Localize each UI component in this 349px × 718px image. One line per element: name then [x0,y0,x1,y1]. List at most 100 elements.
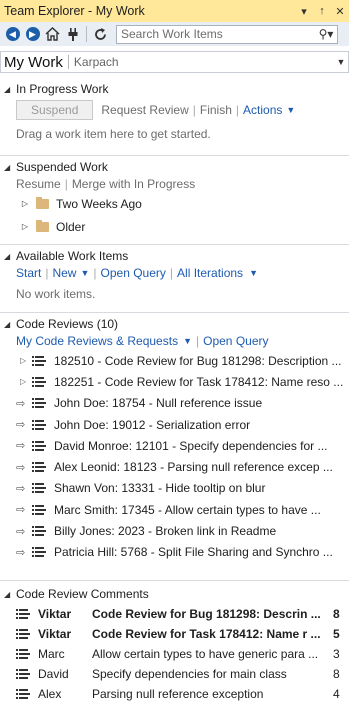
available-section: ◢ Available Work Items Start | New ▼ | Op… [0,248,349,307]
request-review-link[interactable]: Request Review [101,103,188,117]
code-review-title: 182510 - Code Review for Bug 181298: Des… [54,353,342,368]
expand-icon[interactable]: ▷ [18,222,32,231]
search-icon[interactable]: ⚲▾ [315,27,337,41]
collapse-icon[interactable]: ◢ [4,320,16,329]
code-review-item[interactable]: ⇨ John Doe: 19012 - Serialization error [0,414,349,435]
collapse-icon[interactable]: ◢ [4,85,16,94]
expand-icon[interactable]: ▷ [16,356,32,365]
start-link[interactable]: Start [16,266,41,280]
comment-title: Allow certain types to have generic para… [92,647,319,661]
page-navigation[interactable]: My Work Karpach ▼ [0,51,349,73]
comment-author: Marc [38,647,65,661]
collapse-icon[interactable]: ◢ [4,590,16,599]
in-progress-hint: Drag a work item here to get started. [16,127,211,141]
arrow-right-icon: ⇨ [16,461,26,474]
folder-item[interactable]: ▷ Two Weeks Ago [0,192,349,215]
arrow-right-icon: ⇨ [16,504,26,517]
collapse-icon[interactable]: ◢ [4,252,16,261]
merge-link[interactable]: Merge with In Progress [72,177,195,191]
comment-count: 3 [333,647,340,661]
arrow-right-icon: ⇨ [16,525,26,538]
comment-item[interactable]: Alex Parsing null reference exception 4 [0,684,349,704]
new-link[interactable]: New [52,266,76,280]
search-input[interactable]: Search Work Items ⚲▾ [116,24,338,44]
code-review-icon [16,628,30,640]
suspend-button[interactable]: Suspend [16,100,94,120]
code-reviews-section: ◢ Code Reviews (10) My Code Reviews & Req… [0,316,349,563]
comment-count: 4 [333,687,340,701]
code-review-item[interactable]: ⇨ John Doe: 18754 - Null reference issue [0,393,349,414]
home-icon[interactable] [44,26,61,43]
open-query-link[interactable]: Open Query [101,266,166,280]
expand-icon[interactable]: ▷ [16,377,32,386]
code-reviews-header[interactable]: ◢ Code Reviews (10) [0,316,349,332]
code-review-item[interactable]: ▷ 182251 - Code Review for Task 178412: N… [0,371,349,392]
close-icon[interactable]: ✕ [331,5,349,18]
connect-icon[interactable] [64,26,81,43]
code-review-item[interactable]: ⇨ Billy Jones: 2023 - Broken link in Read… [0,520,349,541]
code-review-title: John Doe: 19012 - Serialization error [54,417,251,432]
folder-item[interactable]: ▷ Older [0,215,349,238]
code-review-icon [32,376,46,388]
code-review-title: Alex Leonid: 18123 - Parsing null refere… [54,460,333,475]
in-progress-header[interactable]: ◢ In Progress Work [0,81,349,97]
code-review-item[interactable]: ⇨ Marc Smith: 17345 - Allow certain types… [0,499,349,520]
expand-icon[interactable]: ▷ [18,199,32,208]
comment-item[interactable]: Marc Allow certain types to have generic … [0,644,349,664]
dropdown-icon[interactable]: ▾ [295,5,313,18]
finish-link[interactable]: Finish [200,103,232,117]
comment-item[interactable]: David Specify dependencies for main class… [0,664,349,684]
window-title: Team Explorer - My Work [4,4,145,18]
code-review-icon [16,668,30,680]
code-review-item[interactable]: ⇨ David Monroe: 12101 - Specify dependenc… [0,435,349,456]
comment-author: Viktar [38,607,72,621]
in-progress-section: ◢ In Progress Work Suspend Request Review… [0,81,349,145]
folder-icon [36,196,49,209]
comment-item[interactable]: Viktar Code Review for Bug 181298: Descri… [0,604,349,624]
refresh-icon[interactable] [92,26,109,43]
code-review-item[interactable]: ⇨ Patricia Hill: 5768 - Split File Sharin… [0,542,349,563]
open-query-link[interactable]: Open Query [203,334,268,348]
code-review-icon [32,397,46,409]
comment-count: 5 [333,627,340,641]
code-review-item[interactable]: ⇨ Shawn Von: 13331 - Hide tooltip on blur [0,478,349,499]
chevron-down-icon[interactable]: ▼ [334,57,348,67]
comment-list: Viktar Code Review for Bug 181298: Descri… [0,604,349,704]
suspended-header[interactable]: ◢ Suspended Work [0,159,349,175]
chevron-down-icon[interactable]: ▼ [183,336,192,346]
all-iterations-link[interactable]: All Iterations [177,266,243,280]
arrow-right-icon: ⇨ [16,419,26,432]
arrow-right-icon: ⇨ [16,546,26,559]
chevron-down-icon[interactable]: ▼ [80,268,89,278]
code-review-icon [32,355,46,367]
actions-link[interactable]: Actions [243,103,282,117]
pin-icon[interactable]: ↑ [313,5,331,17]
code-review-icon [32,482,46,494]
my-requests-link[interactable]: My Code Reviews & Requests [16,334,178,348]
code-review-item[interactable]: ▷ 182510 - Code Review for Bug 181298: De… [0,350,349,371]
code-review-title: John Doe: 18754 - Null reference issue [54,396,263,411]
resume-link[interactable]: Resume [16,177,61,191]
chevron-down-icon[interactable]: ▼ [249,268,258,278]
suspended-section: ◢ Suspended Work Resume | Merge with In P… [0,159,349,238]
comment-item[interactable]: Viktar Code Review for Task 178412: Name … [0,624,349,644]
code-review-icon [16,648,30,660]
collapse-icon[interactable]: ◢ [4,163,16,172]
forward-icon[interactable]: ▶ [24,26,41,43]
code-review-list: ▷ 182510 - Code Review for Bug 181298: De… [0,350,349,563]
code-review-title: David Monroe: 12101 - Specify dependenci… [54,438,328,453]
code-review-title: Patricia Hill: 5768 - Split File Sharing… [54,545,333,560]
code-review-icon [32,419,46,431]
comment-author: Viktar [38,627,72,641]
code-review-icon [16,688,30,700]
back-icon[interactable]: ◀ [4,26,21,43]
available-header[interactable]: ◢ Available Work Items [0,248,349,264]
code-review-item[interactable]: ⇨ Alex Leonid: 18123 - Parsing null refer… [0,456,349,477]
comment-title: Parsing null reference exception [92,687,264,701]
comments-header[interactable]: ◢ Code Review Comments [0,586,349,602]
search-placeholder: Search Work Items [121,27,223,41]
comment-author: David [38,667,69,681]
toolbar-separator [86,26,87,42]
chevron-down-icon[interactable]: ▼ [286,105,295,115]
code-review-icon [16,608,30,620]
